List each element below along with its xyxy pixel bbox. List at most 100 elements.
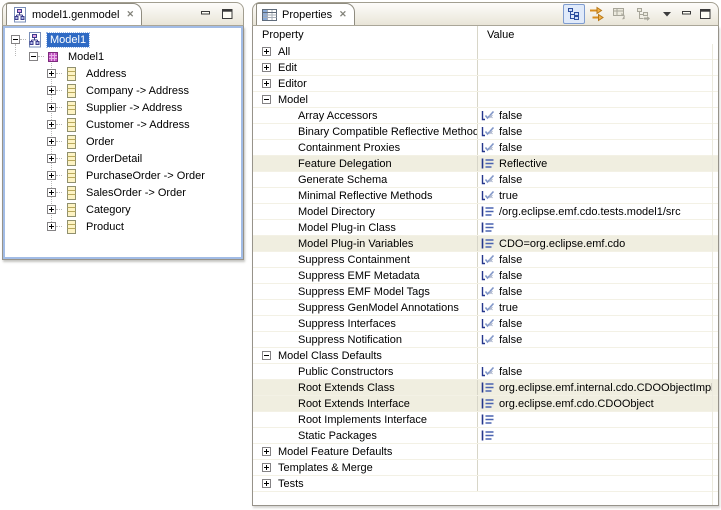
category-label: Model Feature Defaults [278, 446, 392, 458]
tree-item-supplier-address[interactable]: Supplier -> Address [5, 99, 241, 116]
view-menu-button[interactable] [659, 4, 675, 24]
property-row-root-extends-class[interactable]: Root Extends Classorg.eclipse.emf.intern… [253, 380, 718, 396]
property-row-root-implements-interface[interactable]: Root Implements Interface [253, 412, 718, 428]
property-row-minimal-reflective-methods[interactable]: Minimal Reflective Methodstrue [253, 188, 718, 204]
tree-item-product[interactable]: Product [5, 218, 241, 235]
expander-plus-icon[interactable] [47, 188, 56, 197]
category-row-model-class-defaults[interactable]: Model Class Defaults [253, 348, 718, 364]
tree-item-customer-address[interactable]: Customer -> Address [5, 116, 241, 133]
expander-minus-icon[interactable] [11, 35, 20, 44]
boolean-icon [481, 110, 495, 121]
advanced-properties-button[interactable] [586, 4, 608, 24]
editor-tab-label: model1.genmodel [32, 9, 119, 21]
expander-plus-icon[interactable] [47, 171, 56, 180]
tree-item-category[interactable]: Category [5, 201, 241, 218]
category-row-model-feature-defaults[interactable]: Model Feature Defaults [253, 444, 718, 460]
property-row-suppress-emf-model-tags[interactable]: Suppress EMF Model Tagsfalse [253, 284, 718, 300]
editor-tab-model1-genmodel[interactable]: model1.genmodel ✕ [6, 3, 142, 25]
expander-minus-icon[interactable] [29, 52, 38, 61]
property-row-suppress-genmodel-annotations[interactable]: Suppress GenModel Annotationstrue [253, 300, 718, 316]
pin-view-button[interactable] [632, 4, 654, 24]
maximize-button[interactable] [220, 7, 234, 21]
text-icon [481, 206, 495, 217]
tree-item-label: Customer -> Address [83, 118, 193, 132]
category-row-edit[interactable]: Edit [253, 60, 718, 76]
tree-item-label: Supplier -> Address [83, 101, 185, 115]
property-row-root-extends-interface[interactable]: Root Extends Interfaceorg.eclipse.emf.cd… [253, 396, 718, 412]
category-row-templates-merge[interactable]: Templates & Merge [253, 460, 718, 476]
property-row-model-directory[interactable]: Model Directory/org.eclipse.emf.cdo.test… [253, 204, 718, 220]
close-icon[interactable]: ✕ [339, 10, 347, 19]
tree-item-orderdetail[interactable]: OrderDetail [5, 150, 241, 167]
tree-item-model1[interactable]: Model1 [5, 31, 241, 48]
boolean-icon [481, 334, 495, 345]
minimize-icon [682, 10, 692, 19]
tree-item-model1[interactable]: Model1 [5, 48, 241, 65]
tree-connector [56, 192, 62, 193]
property-row-model-plug-in-class[interactable]: Model Plug-in Class [253, 220, 718, 236]
chevron-down-icon [662, 10, 672, 18]
expander-plus-icon[interactable] [47, 103, 56, 112]
property-row-generate-schema[interactable]: Generate Schemafalse [253, 172, 718, 188]
property-row-model-plug-in-variables[interactable]: Model Plug-in VariablesCDO=org.eclipse.e… [253, 236, 718, 252]
category-row-all[interactable]: All [253, 44, 718, 60]
expander-plus-icon[interactable] [47, 120, 56, 129]
tree-item-salesorder-order[interactable]: SalesOrder -> Order [5, 184, 241, 201]
property-row-suppress-notification[interactable]: Suppress Notificationfalse [253, 332, 718, 348]
expander-minus-icon[interactable] [262, 351, 271, 360]
property-row-suppress-interfaces[interactable]: Suppress Interfacesfalse [253, 316, 718, 332]
class-icon [63, 134, 79, 150]
property-row-static-packages[interactable]: Static Packages [253, 428, 718, 444]
category-label: Model [278, 94, 308, 106]
property-label: Public Constructors [298, 366, 393, 378]
tree-mode-button[interactable] [563, 4, 585, 24]
expander-plus-icon[interactable] [262, 63, 271, 72]
property-row-binary-compatible-reflective-methods[interactable]: Binary Compatible Reflective Methodsfals… [253, 124, 718, 140]
tree-item-order[interactable]: Order [5, 133, 241, 150]
maximize-icon [700, 9, 711, 19]
restore-default-button[interactable] [609, 4, 631, 24]
category-row-editor[interactable]: Editor [253, 76, 718, 92]
expander-plus-icon[interactable] [47, 154, 56, 163]
minimize-button[interactable] [199, 7, 213, 21]
property-row-containment-proxies[interactable]: Containment Proxiesfalse [253, 140, 718, 156]
expander-plus-icon[interactable] [47, 222, 56, 231]
property-row-feature-delegation[interactable]: Feature DelegationReflective [253, 156, 718, 172]
boolean-icon [481, 270, 495, 281]
property-row-suppress-containment[interactable]: Suppress Containmentfalse [253, 252, 718, 268]
properties-tab[interactable]: Properties ✕ [256, 3, 355, 25]
property-row-suppress-emf-metadata[interactable]: Suppress EMF Metadatafalse [253, 268, 718, 284]
expander-plus-icon[interactable] [262, 79, 271, 88]
property-label: Suppress GenModel Annotations [298, 302, 459, 314]
maximize-button[interactable] [698, 4, 713, 24]
tree-item-company-address[interactable]: Company -> Address [5, 82, 241, 99]
expander-plus-icon[interactable] [262, 463, 271, 472]
tree-item-address[interactable]: Address [5, 65, 241, 82]
property-value: org.eclipse.emf.internal.cdo.CDOObjectIm… [499, 382, 714, 394]
tree-item-purchaseorder-order[interactable]: PurchaseOrder -> Order [5, 167, 241, 184]
maximize-icon [222, 9, 233, 19]
expander-plus-icon[interactable] [262, 47, 271, 56]
category-row-model[interactable]: Model [253, 92, 718, 108]
property-row-array-accessors[interactable]: Array Accessorsfalse [253, 108, 718, 124]
expander-plus-icon[interactable] [47, 205, 56, 214]
restore-default-icon [612, 6, 628, 22]
tree-connector [56, 141, 62, 142]
genmodel-tree: Model1Model1AddressCompany -> AddressSup… [5, 28, 241, 235]
tree-connector [56, 158, 62, 159]
close-icon[interactable]: ✕ [126, 10, 134, 19]
column-header-value: Value [478, 26, 718, 44]
property-value: false [499, 110, 522, 122]
expander-plus-icon[interactable] [47, 69, 56, 78]
expander-plus-icon[interactable] [262, 479, 271, 488]
properties-tabbar: Properties ✕ [252, 2, 719, 26]
tree-connector [56, 226, 62, 227]
property-row-public-constructors[interactable]: Public Constructorsfalse [253, 364, 718, 380]
expander-plus-icon[interactable] [262, 447, 271, 456]
minimize-button[interactable] [679, 4, 694, 24]
expander-plus-icon[interactable] [47, 86, 56, 95]
class-icon [63, 100, 79, 116]
expander-plus-icon[interactable] [47, 137, 56, 146]
expander-minus-icon[interactable] [262, 95, 271, 104]
category-row-tests[interactable]: Tests [253, 476, 718, 492]
